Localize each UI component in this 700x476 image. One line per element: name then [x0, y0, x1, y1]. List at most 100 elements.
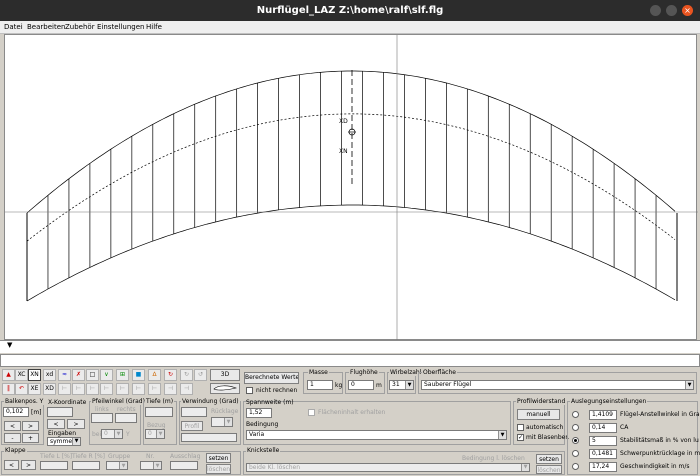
tool-grid-icon[interactable]: ⊞: [116, 369, 129, 381]
balken-minus-button[interactable]: -: [4, 433, 21, 443]
tool-xe[interactable]: XE: [28, 383, 41, 395]
minimize-button[interactable]: [650, 5, 661, 16]
tool-square-icon[interactable]: ■: [132, 369, 145, 381]
auslegung-radio-2[interactable]: [572, 437, 579, 444]
plus-icon: +: [27, 435, 34, 442]
tool-cw3-icon[interactable]: ↺: [194, 369, 207, 381]
horizontal-scrollbar[interactable]: ▼: [0, 340, 700, 353]
verwindung-input[interactable]: [181, 407, 207, 417]
menu-bearbeiten[interactable]: Bearbeiten: [27, 23, 65, 33]
tool-cw2-icon[interactable]: ↻: [180, 369, 193, 381]
auslegung-value-2[interactable]: 5: [589, 436, 617, 446]
tool-xd2[interactable]: XD: [43, 383, 56, 395]
knickstelle-select[interactable]: beide Kl. löschen ▼: [246, 463, 530, 472]
wirbelzahl-select[interactable]: 31 ▼: [389, 380, 414, 390]
klappe-tiefe-r-input[interactable]: [72, 461, 100, 470]
masse-input[interactable]: 1: [307, 380, 333, 390]
tool-v-icon[interactable]: ∨: [100, 369, 113, 381]
tool-h-icon[interactable]: ⊣: [164, 383, 177, 395]
oberflaeche-select[interactable]: Sauberer Flügel ▼: [421, 380, 694, 390]
balkenpos-input[interactable]: 0,102: [3, 407, 29, 417]
auslegung-radio-4[interactable]: [572, 463, 579, 470]
bars-icon[interactable]: ‖: [2, 383, 15, 395]
tool-i-icon[interactable]: ⊣: [180, 383, 193, 395]
flughoehe-label: Flughöhe: [349, 369, 379, 376]
auslegung-radio-3[interactable]: [572, 450, 579, 457]
bedingung-select[interactable]: Varia ▼: [246, 430, 507, 440]
knickstelle-loeschen-button[interactable]: löschen: [536, 465, 562, 474]
blasen-checkbox[interactable]: ✓: [517, 434, 524, 441]
tool-b-icon[interactable]: ⊢: [72, 383, 85, 395]
knickstelle-setzen-button[interactable]: setzen: [536, 454, 562, 464]
close-button[interactable]: ×: [682, 5, 693, 16]
pfeil-links-input[interactable]: [91, 413, 113, 423]
tool-f-icon[interactable]: ⊢: [132, 383, 145, 395]
position-marker-icon[interactable]: ▼: [7, 341, 12, 349]
menu-hilfe[interactable]: Hilfe: [146, 23, 162, 33]
symmetrie-select[interactable]: symmetri ▼: [47, 437, 81, 446]
tool-xn[interactable]: XN: [28, 369, 41, 381]
tool-g-icon[interactable]: ⊢: [148, 383, 161, 395]
airfoil-view-button[interactable]: [210, 383, 240, 394]
auslegung-value-4[interactable]: 17,24: [589, 462, 617, 472]
auslegung-radio-0[interactable]: [572, 411, 579, 418]
xkoord-right-button[interactable]: >: [67, 419, 85, 429]
spannweite-input[interactable]: 1,52: [246, 408, 272, 418]
xkoord-input[interactable]: [47, 407, 73, 417]
view-3d-button[interactable]: 3D: [210, 369, 240, 381]
profil-button[interactable]: Profil: [181, 421, 203, 431]
tiefe-bezug-select[interactable]: 0 ▼: [145, 429, 165, 439]
pfeil-rechts-input[interactable]: [115, 413, 137, 423]
automatisch-checkbox[interactable]: [517, 424, 524, 431]
pfeil-bei-select[interactable]: 0 ▼: [101, 429, 123, 439]
menu-zubehoer[interactable]: Zubehör: [65, 23, 95, 33]
auslegung-value-3[interactable]: 0,1481: [589, 449, 617, 459]
xkoord-left-button[interactable]: <: [47, 419, 65, 429]
tool-a-icon[interactable]: ⊢: [58, 383, 71, 395]
menu-datei[interactable]: Datei: [4, 23, 23, 33]
ruecklage-select[interactable]: ▼: [211, 417, 233, 427]
tool-cw-icon[interactable]: ↻: [164, 369, 177, 381]
balken-right-button[interactable]: >: [22, 421, 39, 431]
tool-box-icon[interactable]: □: [86, 369, 99, 381]
tool-gl-icon[interactable]: ∆: [148, 369, 161, 381]
nicht-rechnen-checkbox[interactable]: [246, 387, 253, 394]
auslegung-value-0[interactable]: 1,4109: [589, 410, 617, 420]
flughoehe-input[interactable]: 0: [348, 380, 374, 390]
wing-drawing-canvas[interactable]: XD XN: [4, 34, 698, 341]
arrow-left-icon: <: [53, 421, 59, 428]
klappe-ausschlag-input[interactable]: [170, 461, 198, 470]
balken-left-button[interactable]: <: [4, 421, 21, 431]
auslegung-radio-1[interactable]: [572, 424, 579, 431]
tool-xc[interactable]: XC: [15, 369, 28, 381]
tool-c-icon[interactable]: ⊢: [86, 383, 99, 395]
eingaben-label: Eingaben: [48, 430, 77, 437]
berechnete-werte-button[interactable]: Berechnete Werte: [244, 372, 299, 384]
wing-view-icon[interactable]: ▲: [2, 369, 15, 381]
klappe-nr-select[interactable]: ▼: [140, 461, 162, 470]
undo-icon[interactable]: ↶: [15, 383, 28, 395]
klappe-setzen-button[interactable]: setzen: [206, 453, 231, 463]
tool-tilde-icon[interactable]: ≈: [58, 369, 71, 381]
auslegung-value-1[interactable]: 0,14: [589, 423, 617, 433]
window-title: Nurflügel_LAZ Z:\home\ralf\slf.flg: [256, 5, 444, 16]
klappe-tiefe-l-input[interactable]: [40, 461, 68, 470]
klappe-loeschen-button[interactable]: löschen: [206, 464, 231, 474]
tool-d-icon[interactable]: ⊢: [100, 383, 113, 395]
tool-e-icon[interactable]: ⊢: [116, 383, 129, 395]
tool-x-icon[interactable]: ✗: [72, 369, 85, 381]
profil-name-field[interactable]: [181, 433, 237, 442]
manuell-button[interactable]: manuell: [517, 409, 560, 420]
flaechen-erhalten-checkbox[interactable]: [308, 409, 315, 416]
klappe-gruppe-select[interactable]: ▼: [106, 461, 128, 470]
balkenpos-label: Balkenpos. Y: [4, 398, 45, 405]
balken-plus-button[interactable]: +: [22, 433, 39, 443]
maximize-button[interactable]: [666, 5, 677, 16]
tiefe-input[interactable]: [145, 407, 173, 417]
klappe-right-button[interactable]: >: [21, 460, 36, 470]
menu-einstellungen[interactable]: Einstellungen: [97, 23, 144, 33]
nicht-rechnen-label: nicht rechnen: [256, 387, 298, 394]
klappe-left-button[interactable]: <: [4, 460, 19, 470]
chevron-down-icon: ▼: [521, 464, 529, 471]
tool-xd[interactable]: xd: [43, 369, 56, 381]
